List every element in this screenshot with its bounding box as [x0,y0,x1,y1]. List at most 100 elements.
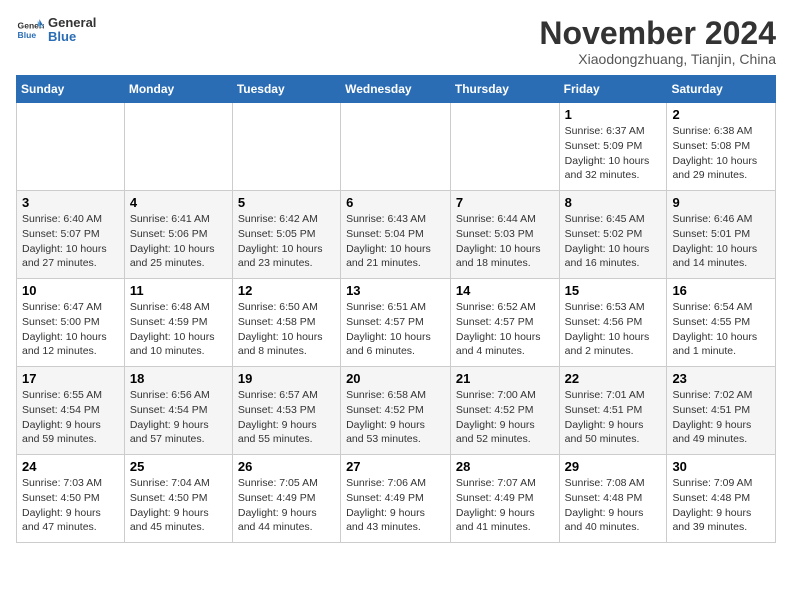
calendar-cell: 16 Sunrise: 6:54 AM Sunset: 4:55 PM Dayli… [667,279,776,367]
day-info: Sunrise: 7:03 AM Sunset: 4:50 PM Dayligh… [22,476,119,535]
calendar-cell: 13 Sunrise: 6:51 AM Sunset: 4:57 PM Dayli… [341,279,451,367]
day-number: 3 [22,195,119,210]
day-number: 11 [130,283,227,298]
calendar-week-row: 10 Sunrise: 6:47 AM Sunset: 5:00 PM Dayli… [17,279,776,367]
day-info: Sunrise: 7:01 AM Sunset: 4:51 PM Dayligh… [565,388,662,447]
day-info: Sunrise: 6:40 AM Sunset: 5:07 PM Dayligh… [22,212,119,271]
day-info: Sunrise: 6:43 AM Sunset: 5:04 PM Dayligh… [346,212,445,271]
calendar-cell: 7Sunrise: 6:44 AM Sunset: 5:03 PM Daylig… [450,191,559,279]
calendar-cell: 27 Sunrise: 7:06 AM Sunset: 4:49 PM Dayli… [341,455,451,543]
day-number: 30 [672,459,770,474]
day-number: 26 [238,459,335,474]
weekday-header: Sunday [17,76,125,103]
logo-icon: General Blue [16,16,44,44]
day-number: 27 [346,459,445,474]
location-subtitle: Xiaodongzhuang, Tianjin, China [539,51,776,67]
day-info: Sunrise: 6:51 AM Sunset: 4:57 PM Dayligh… [346,300,445,359]
day-number: 4 [130,195,227,210]
month-title: November 2024 [539,16,776,51]
day-info: Sunrise: 6:45 AM Sunset: 5:02 PM Dayligh… [565,212,662,271]
day-info: Sunrise: 6:54 AM Sunset: 4:55 PM Dayligh… [672,300,770,359]
calendar-cell [450,103,559,191]
day-number: 8 [565,195,662,210]
day-number: 6 [346,195,445,210]
day-info: Sunrise: 7:05 AM Sunset: 4:49 PM Dayligh… [238,476,335,535]
page-header: General Blue General Blue November 2024 … [16,16,776,67]
calendar-cell: 3 Sunrise: 6:40 AM Sunset: 5:07 PM Daylig… [17,191,125,279]
calendar-cell: 18Sunrise: 6:56 AM Sunset: 4:54 PM Dayli… [124,367,232,455]
calendar-week-row: 1 Sunrise: 6:37 AM Sunset: 5:09 PM Daylig… [17,103,776,191]
day-number: 25 [130,459,227,474]
calendar-cell: 28Sunrise: 7:07 AM Sunset: 4:49 PM Dayli… [450,455,559,543]
day-number: 9 [672,195,770,210]
day-number: 23 [672,371,770,386]
calendar-cell: 12Sunrise: 6:50 AM Sunset: 4:58 PM Dayli… [232,279,340,367]
day-info: Sunrise: 6:47 AM Sunset: 5:00 PM Dayligh… [22,300,119,359]
title-block: November 2024 Xiaodongzhuang, Tianjin, C… [539,16,776,67]
weekday-header: Wednesday [341,76,451,103]
day-info: Sunrise: 7:06 AM Sunset: 4:49 PM Dayligh… [346,476,445,535]
weekday-header: Monday [124,76,232,103]
day-number: 12 [238,283,335,298]
day-info: Sunrise: 7:02 AM Sunset: 4:51 PM Dayligh… [672,388,770,447]
calendar-cell: 5Sunrise: 6:42 AM Sunset: 5:05 PM Daylig… [232,191,340,279]
weekday-header: Thursday [450,76,559,103]
day-info: Sunrise: 6:55 AM Sunset: 4:54 PM Dayligh… [22,388,119,447]
weekday-header: Tuesday [232,76,340,103]
logo-blue-text: Blue [48,30,96,44]
day-info: Sunrise: 6:48 AM Sunset: 4:59 PM Dayligh… [130,300,227,359]
calendar-cell: 20 Sunrise: 6:58 AM Sunset: 4:52 PM Dayli… [341,367,451,455]
day-info: Sunrise: 6:53 AM Sunset: 4:56 PM Dayligh… [565,300,662,359]
day-number: 20 [346,371,445,386]
day-number: 14 [456,283,554,298]
calendar-table: SundayMondayTuesdayWednesdayThursdayFrid… [16,75,776,543]
day-info: Sunrise: 6:57 AM Sunset: 4:53 PM Dayligh… [238,388,335,447]
day-info: Sunrise: 6:42 AM Sunset: 5:05 PM Dayligh… [238,212,335,271]
day-number: 10 [22,283,119,298]
day-info: Sunrise: 6:38 AM Sunset: 5:08 PM Dayligh… [672,124,770,183]
day-number: 24 [22,459,119,474]
day-number: 7 [456,195,554,210]
calendar-cell: 24 Sunrise: 7:03 AM Sunset: 4:50 PM Dayli… [17,455,125,543]
calendar-cell [341,103,451,191]
calendar-cell: 8 Sunrise: 6:45 AM Sunset: 5:02 PM Daylig… [559,191,667,279]
day-info: Sunrise: 6:58 AM Sunset: 4:52 PM Dayligh… [346,388,445,447]
calendar-cell: 22 Sunrise: 7:01 AM Sunset: 4:51 PM Dayli… [559,367,667,455]
calendar-cell: 9 Sunrise: 6:46 AM Sunset: 5:01 PM Daylig… [667,191,776,279]
calendar-week-row: 17 Sunrise: 6:55 AM Sunset: 4:54 PM Dayli… [17,367,776,455]
logo-general-text: General [48,16,96,30]
calendar-cell: 29Sunrise: 7:08 AM Sunset: 4:48 PM Dayli… [559,455,667,543]
calendar-cell: 15 Sunrise: 6:53 AM Sunset: 4:56 PM Dayli… [559,279,667,367]
calendar-cell: 25Sunrise: 7:04 AM Sunset: 4:50 PM Dayli… [124,455,232,543]
calendar-cell: 21 Sunrise: 7:00 AM Sunset: 4:52 PM Dayli… [450,367,559,455]
day-number: 28 [456,459,554,474]
day-number: 1 [565,107,662,122]
day-info: Sunrise: 6:41 AM Sunset: 5:06 PM Dayligh… [130,212,227,271]
day-info: Sunrise: 6:52 AM Sunset: 4:57 PM Dayligh… [456,300,554,359]
logo: General Blue General Blue [16,16,96,45]
calendar-cell: 4 Sunrise: 6:41 AM Sunset: 5:06 PM Daylig… [124,191,232,279]
day-info: Sunrise: 7:00 AM Sunset: 4:52 PM Dayligh… [456,388,554,447]
day-number: 15 [565,283,662,298]
day-number: 17 [22,371,119,386]
calendar-body: 1 Sunrise: 6:37 AM Sunset: 5:09 PM Daylig… [17,103,776,543]
calendar-week-row: 3 Sunrise: 6:40 AM Sunset: 5:07 PM Daylig… [17,191,776,279]
day-info: Sunrise: 6:46 AM Sunset: 5:01 PM Dayligh… [672,212,770,271]
day-number: 16 [672,283,770,298]
day-info: Sunrise: 7:08 AM Sunset: 4:48 PM Dayligh… [565,476,662,535]
day-number: 22 [565,371,662,386]
calendar-cell [17,103,125,191]
calendar-cell: 6 Sunrise: 6:43 AM Sunset: 5:04 PM Daylig… [341,191,451,279]
calendar-header-row: SundayMondayTuesdayWednesdayThursdayFrid… [17,76,776,103]
day-number: 21 [456,371,554,386]
day-number: 13 [346,283,445,298]
calendar-cell: 19 Sunrise: 6:57 AM Sunset: 4:53 PM Dayli… [232,367,340,455]
calendar-cell [124,103,232,191]
calendar-week-row: 24 Sunrise: 7:03 AM Sunset: 4:50 PM Dayli… [17,455,776,543]
day-number: 2 [672,107,770,122]
calendar-cell: 17 Sunrise: 6:55 AM Sunset: 4:54 PM Dayli… [17,367,125,455]
calendar-cell: 10 Sunrise: 6:47 AM Sunset: 5:00 PM Dayli… [17,279,125,367]
calendar-cell [232,103,340,191]
day-number: 19 [238,371,335,386]
day-info: Sunrise: 6:37 AM Sunset: 5:09 PM Dayligh… [565,124,662,183]
